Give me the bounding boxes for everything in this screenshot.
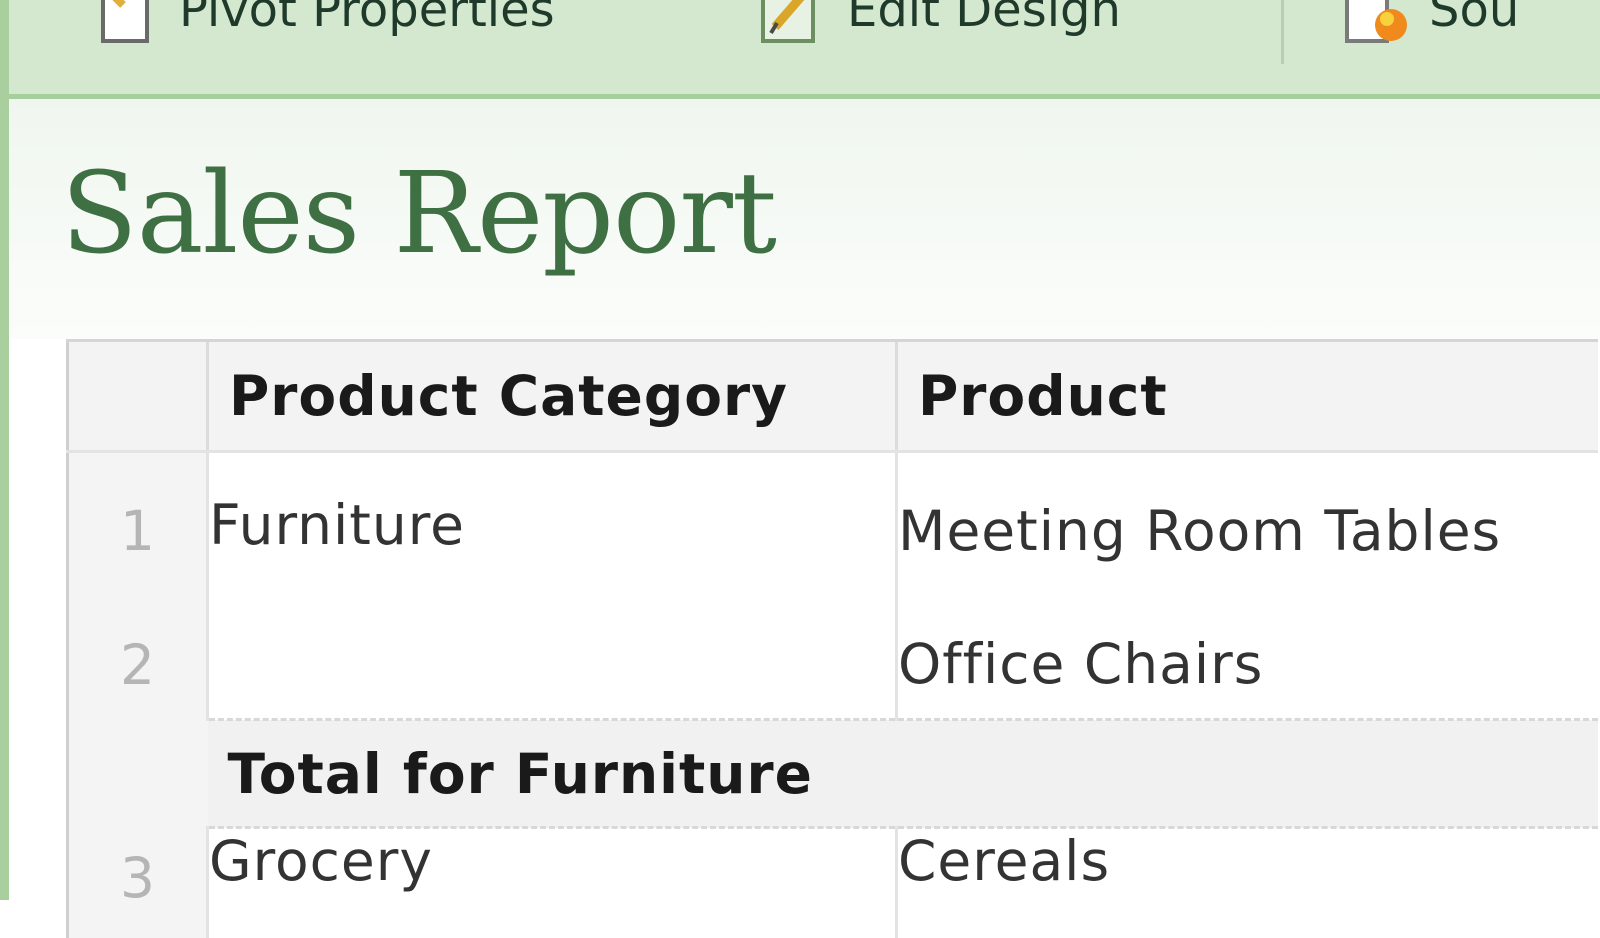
page-title: Sales Report <box>61 149 777 279</box>
product-cell: Office Chairs <box>895 609 1598 720</box>
sales-table: Product Category Product 1 Furniture Mee… <box>66 339 1598 938</box>
edit-design-label: Edit Design <box>847 0 1121 38</box>
product-cell: Meeting Room Tables <box>895 451 1598 610</box>
row-number-empty <box>66 719 208 828</box>
edit-design-button[interactable]: Edit Design <box>757 0 1121 50</box>
left-rail <box>0 0 9 900</box>
row-number: 3 <box>66 827 208 938</box>
toolbar-separator <box>1281 0 1284 64</box>
source-button[interactable]: Sou <box>1339 0 1519 50</box>
report-header: Sales Report <box>9 99 1600 339</box>
row-number: 1 <box>66 451 208 610</box>
table-header-row: Product Category Product <box>66 339 1598 453</box>
toolbar: Pivot Properties Edit Design Sou <box>9 0 1600 99</box>
category-cell: Furniture <box>206 451 897 720</box>
row-number: 2 <box>66 609 208 720</box>
product-cell: Cereals <box>895 827 1598 938</box>
edit-design-icon <box>761 0 815 43</box>
source-label: Sou <box>1429 0 1520 38</box>
subtotal-label: Total for Furniture <box>207 718 1598 829</box>
subtotal-row: Total for Furniture <box>66 718 1598 829</box>
table-row: 3 Grocery Cereals <box>66 827 1598 938</box>
row-number-header <box>66 339 208 453</box>
column-header-product-category[interactable]: Product Category <box>206 339 897 453</box>
category-cell: Grocery <box>206 827 897 938</box>
pivot-properties-button[interactable]: Pivot Properties <box>89 0 555 50</box>
pivot-properties-icon <box>101 0 149 43</box>
column-header-product[interactable]: Product <box>895 339 1598 453</box>
pivot-properties-label: Pivot Properties <box>179 0 555 38</box>
table-row: 1 Furniture Meeting Room Tables <box>66 451 1598 720</box>
source-icon <box>1345 0 1407 43</box>
